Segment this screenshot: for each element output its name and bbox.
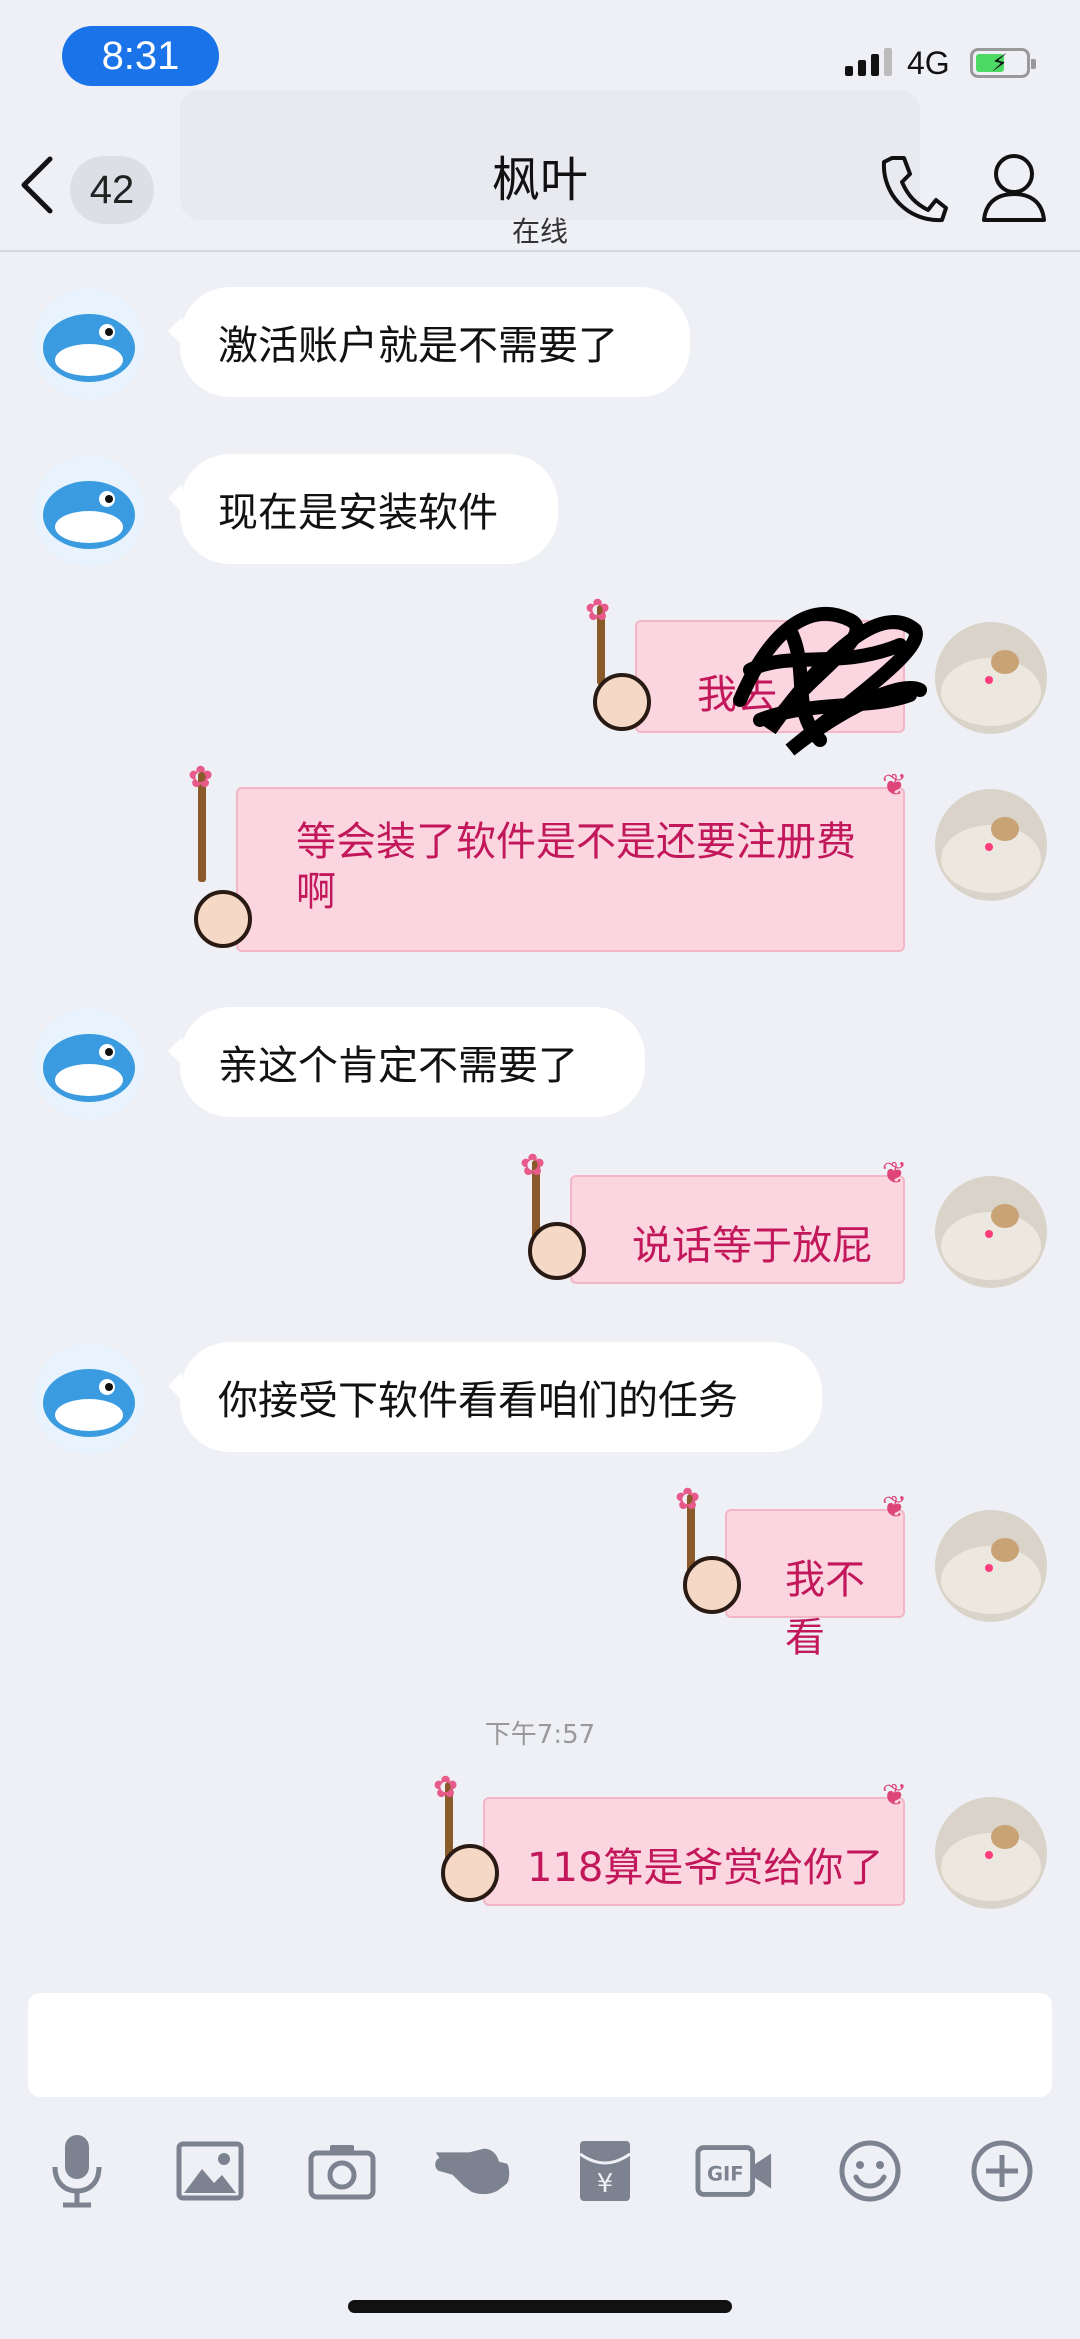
input-toolbar: ¥ GIF (0, 2130, 1080, 2212)
svg-text:¥: ¥ (597, 2169, 614, 2199)
girl-avatar-sticker (528, 1222, 586, 1280)
blossom-icon: ✿ (433, 1770, 459, 1805)
outgoing-message[interactable]: 说话等于放屁 ✿ ❦ (520, 1148, 907, 1284)
butterfly-icon: ❦ (881, 768, 907, 803)
girl-avatar-sticker (683, 1556, 741, 1614)
my-avatar[interactable] (935, 789, 1047, 901)
blossom-icon: ✿ (188, 760, 214, 795)
blossom-icon: ✿ (585, 593, 611, 628)
butterfly-icon: ❦ (881, 1156, 907, 1191)
outgoing-bubble: 118算是爷赏给你了 (483, 1797, 905, 1906)
emoji-icon[interactable] (830, 2130, 910, 2212)
profile-icon[interactable] (980, 152, 1048, 224)
outgoing-bubble: 等会装了软件是不是还要注册费啊 (236, 787, 905, 952)
incoming-message[interactable]: 你接受下软件看看咱们的任务 (168, 1342, 822, 1452)
butterfly-icon: ❦ (881, 1778, 907, 1813)
my-avatar[interactable] (935, 1510, 1047, 1622)
contact-avatar[interactable] (33, 288, 145, 400)
svg-text:GIF: GIF (707, 2163, 744, 2186)
outgoing-bubble: 说话等于放屁 (570, 1175, 905, 1284)
camera-icon[interactable] (302, 2130, 382, 2212)
network-type: 4G (907, 45, 950, 81)
gif-icon[interactable]: GIF (695, 2130, 775, 2212)
contact-avatar[interactable] (33, 1343, 145, 1455)
battery-icon: ⚡ (970, 48, 1036, 78)
message-input[interactable] (28, 1993, 1052, 2097)
incoming-message[interactable]: 亲这个肯定不需要了 (168, 1007, 645, 1117)
outgoing-message[interactable]: 等会装了软件是不是还要注册费啊 ✿ ❦ (188, 760, 907, 952)
girl-avatar-sticker (441, 1844, 499, 1902)
blossom-icon: ✿ (520, 1148, 546, 1183)
outgoing-bubble: 我不看 (725, 1509, 905, 1661)
blossom-icon: ✿ (675, 1482, 701, 1517)
incoming-message[interactable]: 现在是安装软件 (168, 454, 558, 564)
outgoing-message[interactable]: 118算是爷赏给你了 ✿ ❦ (433, 1770, 907, 1906)
mic-icon[interactable] (37, 2130, 117, 2212)
image-icon[interactable] (170, 2130, 250, 2212)
my-avatar[interactable] (935, 1176, 1047, 1288)
home-indicator[interactable] (348, 2300, 732, 2313)
butterfly-icon: ❦ (881, 1490, 907, 1525)
incoming-message[interactable]: 激活账户就是不需要了 (168, 287, 690, 397)
redaction-scribble (733, 606, 927, 756)
signal-icon (845, 48, 892, 76)
header-divider (0, 250, 1080, 252)
my-avatar[interactable] (935, 622, 1047, 734)
red-packet-icon[interactable]: ¥ (565, 2130, 645, 2212)
phone-icon[interactable] (878, 152, 948, 224)
poke-icon[interactable] (432, 2130, 512, 2212)
contact-avatar[interactable] (33, 1008, 145, 1120)
contact-avatar[interactable] (33, 455, 145, 567)
girl-avatar-sticker (593, 673, 651, 731)
message-timestamp: 下午7:57 (484, 1720, 596, 1750)
outgoing-message[interactable]: 我不看 ✿ ❦ (675, 1482, 907, 1661)
girl-avatar-sticker (194, 890, 252, 948)
status-time: 8:31 (62, 26, 219, 86)
my-avatar[interactable] (935, 1797, 1047, 1909)
plus-icon[interactable] (962, 2130, 1042, 2212)
